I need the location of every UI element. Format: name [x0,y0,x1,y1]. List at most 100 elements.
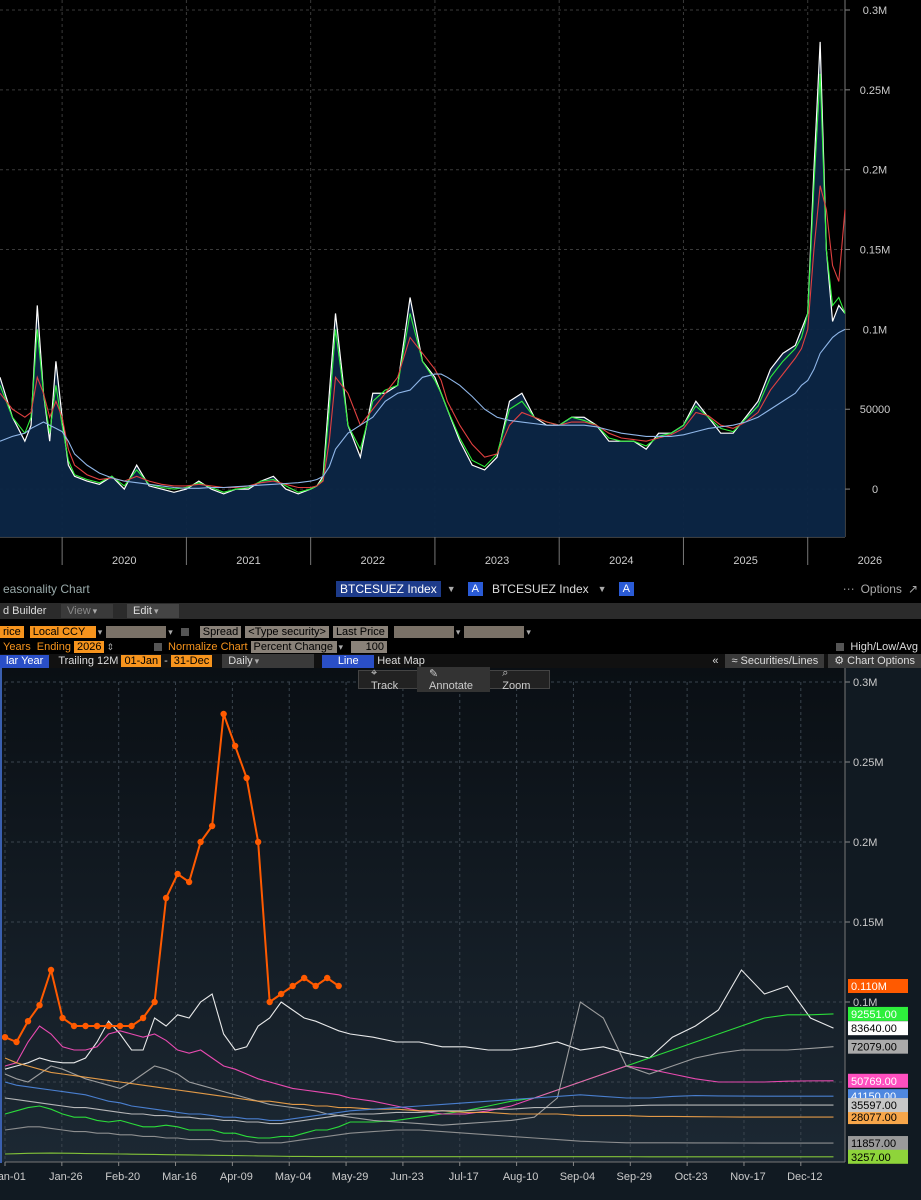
collapse-button[interactable]: « [709,655,721,667]
chart-options-icon: ⚙ [834,655,848,667]
calendar-year-button[interactable]: lar Year [0,654,50,668]
series-marker [266,998,273,1006]
line-button[interactable]: Line [322,654,375,668]
securities-lines-icon: ≈ [731,655,741,667]
zoom-tool[interactable]: ⌕ Zoom [490,667,549,692]
date-dash: - [164,655,168,667]
blank-field-1[interactable] [106,626,167,638]
type-security-field[interactable]: <Type security> [245,626,329,638]
builder-menu[interactable]: d Builder [0,605,61,617]
ending-year-field[interactable]: 2026 [74,641,105,653]
securities-lines-label: Securities/Lines [740,655,819,667]
security-dropdown-icon[interactable]: ▼ [441,584,462,594]
seasonality-title-bar: easonality Chart BTCESUEZ Index ▼ A BTCE… [0,578,921,600]
historical-price-chart[interactable]: 0 50000 0.1M 0.15M 0.2M 0.25M 0.3M 2020 2021 2022… [0,0,921,572]
series-marker [93,1022,101,1030]
end-value-text: 72079.00 [851,1042,897,1054]
settings-row-3: lar Year Trailing 12M 01-Jan - 31-Dec Da… [0,654,921,668]
security-a-button-2[interactable]: A [618,582,634,596]
percent-change-field[interactable]: Percent Change [250,641,337,653]
x-tick-label: Dec-12 [787,1171,822,1183]
frequency-dropdown[interactable]: Daily ▾ [222,654,315,668]
security-dropdown-icon-2[interactable]: ▼ [592,584,613,594]
track-tool[interactable]: ⌖ Track [359,667,417,692]
end-value-text: 28077.00 [851,1112,897,1124]
security-field-1[interactable]: BTCESUEZ Index [336,581,441,597]
options-button[interactable]: Options [858,582,905,596]
y-tick-label: 0.15M [860,245,891,257]
spread-label: Spread [199,626,242,638]
series-marker [323,974,331,982]
last-price-field[interactable]: Last Price [332,626,388,638]
securities-lines-button[interactable]: ≈ Securities/Lines [725,654,825,668]
normalize-label: Normalize Chart [168,641,248,653]
left-scroll-strip[interactable] [0,668,2,1163]
x-tick-label: Jan-01 [0,1171,26,1183]
series-marker [59,1014,66,1022]
settings-row-2: Years Ending 2026 ⇕ Normalize Chart Perc… [0,640,921,654]
x-tick-label: 2021 [236,555,260,567]
percent-change-dropdown-icon[interactable]: ▾ [337,642,344,653]
high-low-avg-checkbox[interactable] [836,643,845,651]
series-marker [162,894,170,902]
seasonality-chart[interactable]: 0.1M0.15M0.2M0.25M0.3MJan-01Jan-26Feb-20… [0,668,921,1200]
end-value-label: 72079.00 [848,1039,908,1054]
series-marker [1,1034,9,1041]
x-tick-label: Nov-17 [730,1171,765,1183]
normalize-checkbox[interactable] [154,643,163,651]
spread-checkbox[interactable] [180,628,189,636]
y-tick-label: 0.3M [863,5,887,17]
y-tick-label: 0.25M [860,85,891,97]
y-tick-label: 50000 [860,404,891,416]
view-menu[interactable]: View ▾ [61,604,113,618]
security-a-button-1[interactable]: A [467,582,483,596]
x-tick-label: Oct-23 [675,1171,708,1183]
popout-icon[interactable]: ↗ [905,582,921,596]
track-label: Track [371,680,399,692]
blank-dropdown-icon[interactable]: ▾ [166,627,173,638]
heat-map-button[interactable]: Heat Map [374,655,428,667]
annotate-tool[interactable]: ✎ Annotate [417,667,491,692]
price-field[interactable]: rice [0,626,24,638]
chart-options-label: Chart Options [847,655,915,667]
panel-title: easonality Chart [3,582,90,596]
base-value-field[interactable]: 100 [351,641,388,653]
end-value-text: 11857.00 [851,1138,896,1150]
currency-dropdown-icon[interactable]: ▾ [96,627,103,638]
series-marker [128,1022,135,1030]
view-menu-label: View [67,605,91,617]
annotate-label: Annotate [429,680,474,692]
x-tick-label: Apr-09 [220,1171,253,1183]
x-tick-label: 2025 [733,555,757,567]
edit-menu-label: Edit [133,605,152,617]
blank-field-2[interactable] [393,626,454,638]
series-marker [277,990,285,998]
edit-menu[interactable]: Edit ▾ [127,604,179,618]
start-date-field[interactable]: 01-Jan [121,655,162,667]
settings-row-1: rice Local CCY ▾ ▾ Spread <Type security… [0,624,921,640]
year-stepper-icon[interactable]: ⇕ [104,642,114,653]
series-marker [174,870,181,878]
y-tick-label: 0.1M [863,324,887,336]
y-tick-label: 0.2M [853,837,877,849]
x-tick-label: Jun-23 [390,1171,424,1183]
more-icon[interactable]: ⋯ [840,582,858,596]
end-date-field[interactable]: 31-Dec [170,655,213,667]
series-marker [116,1022,124,1030]
security-field-2[interactable]: BTCESUEZ Index [489,582,592,596]
series-marker [105,1022,112,1030]
end-value-text: 83640.00 [851,1023,897,1035]
y-tick-label: 0.2M [863,165,887,177]
ending-label: Ending [36,641,71,653]
series-marker [335,982,342,990]
x-tick-label: 2023 [485,555,509,567]
end-value-text: 50769.00 [851,1076,897,1088]
blank-dropdown-icon-3[interactable]: ▾ [524,627,531,638]
chart-options-button[interactable]: ⚙ Chart Options [828,654,921,668]
series-marker [47,966,55,974]
trailing-12m-button[interactable]: Trailing 12M [55,655,121,667]
blank-field-3[interactable] [464,626,525,638]
blank-dropdown-icon-2[interactable]: ▾ [454,627,461,638]
currency-field[interactable]: Local CCY [29,626,96,638]
x-tick-label: May-29 [332,1171,369,1183]
